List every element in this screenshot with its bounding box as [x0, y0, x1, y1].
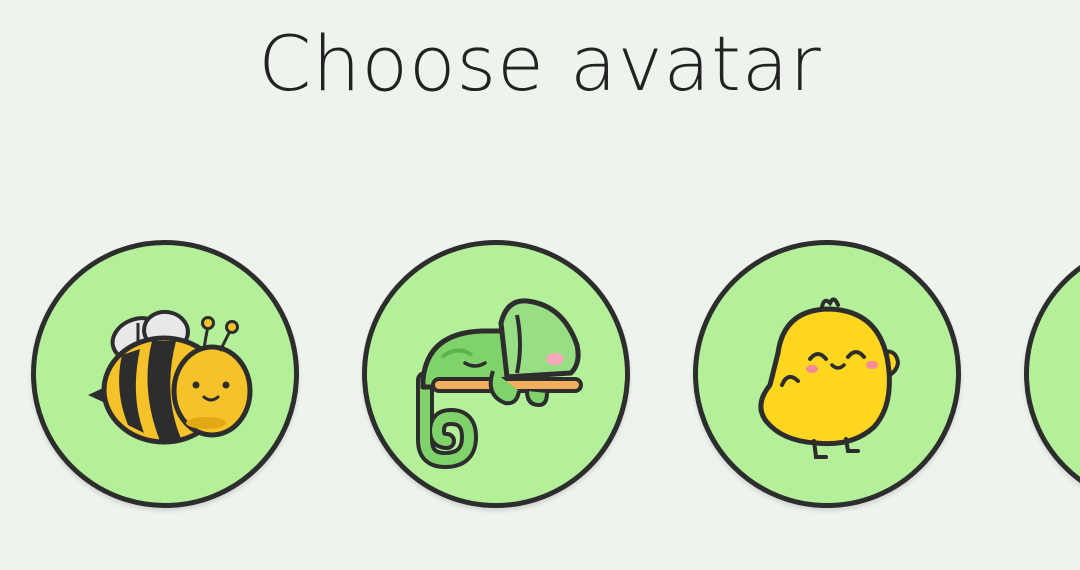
chick-icon [758, 297, 901, 459]
avatar-carousel[interactable] [0, 238, 1080, 518]
avatar-icon [1029, 245, 1080, 503]
chameleon-icon [416, 298, 583, 470]
avatar-picker-screen: Choose avatar [0, 0, 1080, 570]
avatar-option-chick[interactable] [693, 240, 961, 508]
avatar-option-next[interactable] [1024, 240, 1080, 508]
page-title: Choose avatar [258, 19, 822, 108]
avatar-option-chameleon[interactable] [362, 240, 630, 508]
avatar-option-bee[interactable] [31, 240, 299, 508]
bee-icon [88, 309, 253, 445]
